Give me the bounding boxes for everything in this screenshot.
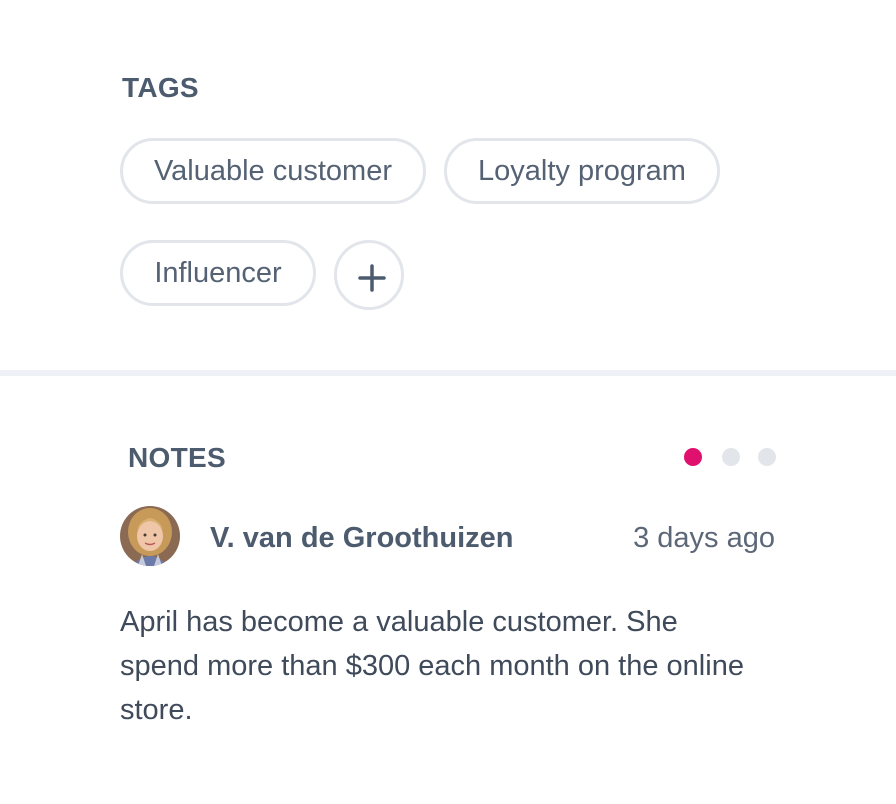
note-body: April has become a valuable customer. Sh… <box>120 606 744 726</box>
note-author: V. van de Groothuizen <box>210 522 514 554</box>
pagination-dot-1[interactable] <box>684 448 702 466</box>
tags-section-title: TAGS <box>122 72 199 103</box>
plus-icon <box>358 264 386 292</box>
notes-section-title: NOTES <box>128 442 226 473</box>
pagination-dot-2[interactable] <box>722 448 740 466</box>
section-divider <box>0 370 896 376</box>
tag-valuable-customer[interactable]: Valuable customer <box>120 138 426 204</box>
author-photo <box>120 506 180 566</box>
pagination-dot-3[interactable] <box>758 448 776 466</box>
tag-influencer[interactable]: Influencer <box>120 240 316 306</box>
add-tag-button[interactable] <box>334 240 404 310</box>
tag-loyalty-program[interactable]: Loyalty program <box>444 138 720 204</box>
avatar <box>120 506 180 566</box>
note-timestamp: 3 days ago <box>633 522 775 554</box>
customer-details-panel: TAGS Valuable customer Loyalty program I… <box>0 0 896 804</box>
